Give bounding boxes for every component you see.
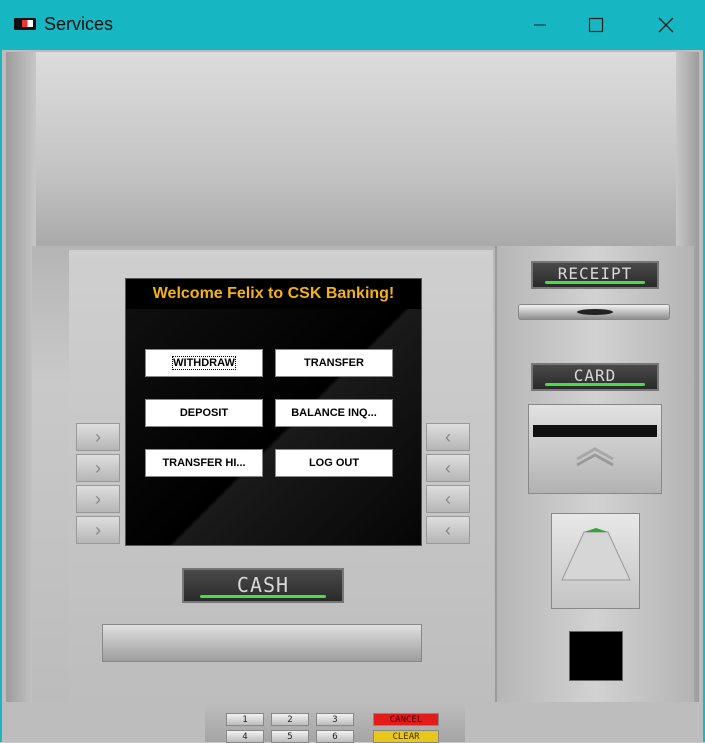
app-icon bbox=[14, 18, 36, 30]
card-indicator bbox=[545, 383, 645, 386]
keypad: 1 2 3 CANCEL 4 5 6 CLEAR bbox=[205, 703, 465, 743]
balance-inquiry-label: BALANCE INQ... bbox=[291, 407, 377, 419]
atm-hood bbox=[6, 52, 699, 248]
card-insert-arrow-icon bbox=[576, 447, 614, 467]
key-2[interactable]: 2 bbox=[271, 713, 309, 726]
balance-inquiry-button[interactable]: BALANCE INQ... bbox=[275, 399, 393, 427]
receipt-indicator bbox=[545, 281, 645, 284]
right-side-key-1[interactable]: ‹ bbox=[426, 423, 470, 451]
card-slot bbox=[533, 425, 657, 437]
clear-key[interactable]: CLEAR bbox=[373, 730, 439, 743]
key-6[interactable]: 6 bbox=[316, 730, 354, 743]
right-side-key-4[interactable]: ‹ bbox=[426, 516, 470, 544]
right-side-key-2[interactable]: ‹ bbox=[426, 454, 470, 482]
cash-label-plate: CASH bbox=[182, 568, 344, 603]
cancel-key[interactable]: CANCEL bbox=[373, 713, 439, 726]
minimize-icon bbox=[534, 24, 546, 26]
minimize-button[interactable] bbox=[510, 0, 570, 50]
close-icon bbox=[658, 17, 674, 33]
transfer-button[interactable]: TRANSFER bbox=[275, 349, 393, 377]
cash-dispenser-slot bbox=[102, 624, 422, 662]
card-reader[interactable] bbox=[528, 404, 662, 494]
close-button[interactable] bbox=[636, 0, 696, 50]
right-side-key-3[interactable]: ‹ bbox=[426, 485, 470, 513]
welcome-message: Welcome Felix to CSK Banking! bbox=[126, 279, 421, 309]
maximize-button[interactable] bbox=[566, 0, 626, 50]
key-1[interactable]: 1 bbox=[226, 713, 264, 726]
left-side-key-3[interactable]: › bbox=[76, 485, 120, 513]
receipt-slot-opening bbox=[577, 309, 613, 315]
window-title: Services bbox=[44, 14, 114, 34]
maximize-icon bbox=[588, 17, 604, 33]
title-bar: Services bbox=[0, 0, 705, 50]
pyramid-icon bbox=[561, 528, 631, 581]
left-side-key-2[interactable]: › bbox=[76, 454, 120, 482]
card-label-plate: CARD bbox=[531, 363, 659, 391]
logout-label: LOG OUT bbox=[308, 457, 360, 469]
left-side-key-4[interactable]: › bbox=[76, 516, 120, 544]
cash-indicator bbox=[199, 595, 327, 598]
withdraw-button[interactable]: WITHDRAW bbox=[145, 349, 263, 377]
key-4[interactable]: 4 bbox=[226, 730, 264, 743]
deposit-button[interactable]: DEPOSIT bbox=[145, 399, 263, 427]
deposit-label: DEPOSIT bbox=[179, 407, 229, 419]
receipt-slot bbox=[518, 304, 670, 320]
receipt-label-plate: RECEIPT bbox=[531, 261, 659, 289]
cash-label: CASH bbox=[236, 573, 290, 597]
left-side-key-1[interactable]: › bbox=[76, 423, 120, 451]
transfer-history-button[interactable]: TRANSFER HI... bbox=[145, 449, 263, 477]
withdraw-label: WITHDRAW bbox=[172, 356, 236, 370]
transfer-history-label: TRANSFER HI... bbox=[162, 457, 246, 469]
atm-screen: Welcome Felix to CSK Banking! WITHDRAW T… bbox=[125, 278, 422, 546]
logout-button[interactable]: LOG OUT bbox=[275, 449, 393, 477]
camera-lens bbox=[569, 631, 623, 681]
key-5[interactable]: 5 bbox=[271, 730, 309, 743]
transfer-label: TRANSFER bbox=[304, 357, 364, 369]
privacy-shield bbox=[551, 513, 640, 609]
key-3[interactable]: 3 bbox=[316, 713, 354, 726]
